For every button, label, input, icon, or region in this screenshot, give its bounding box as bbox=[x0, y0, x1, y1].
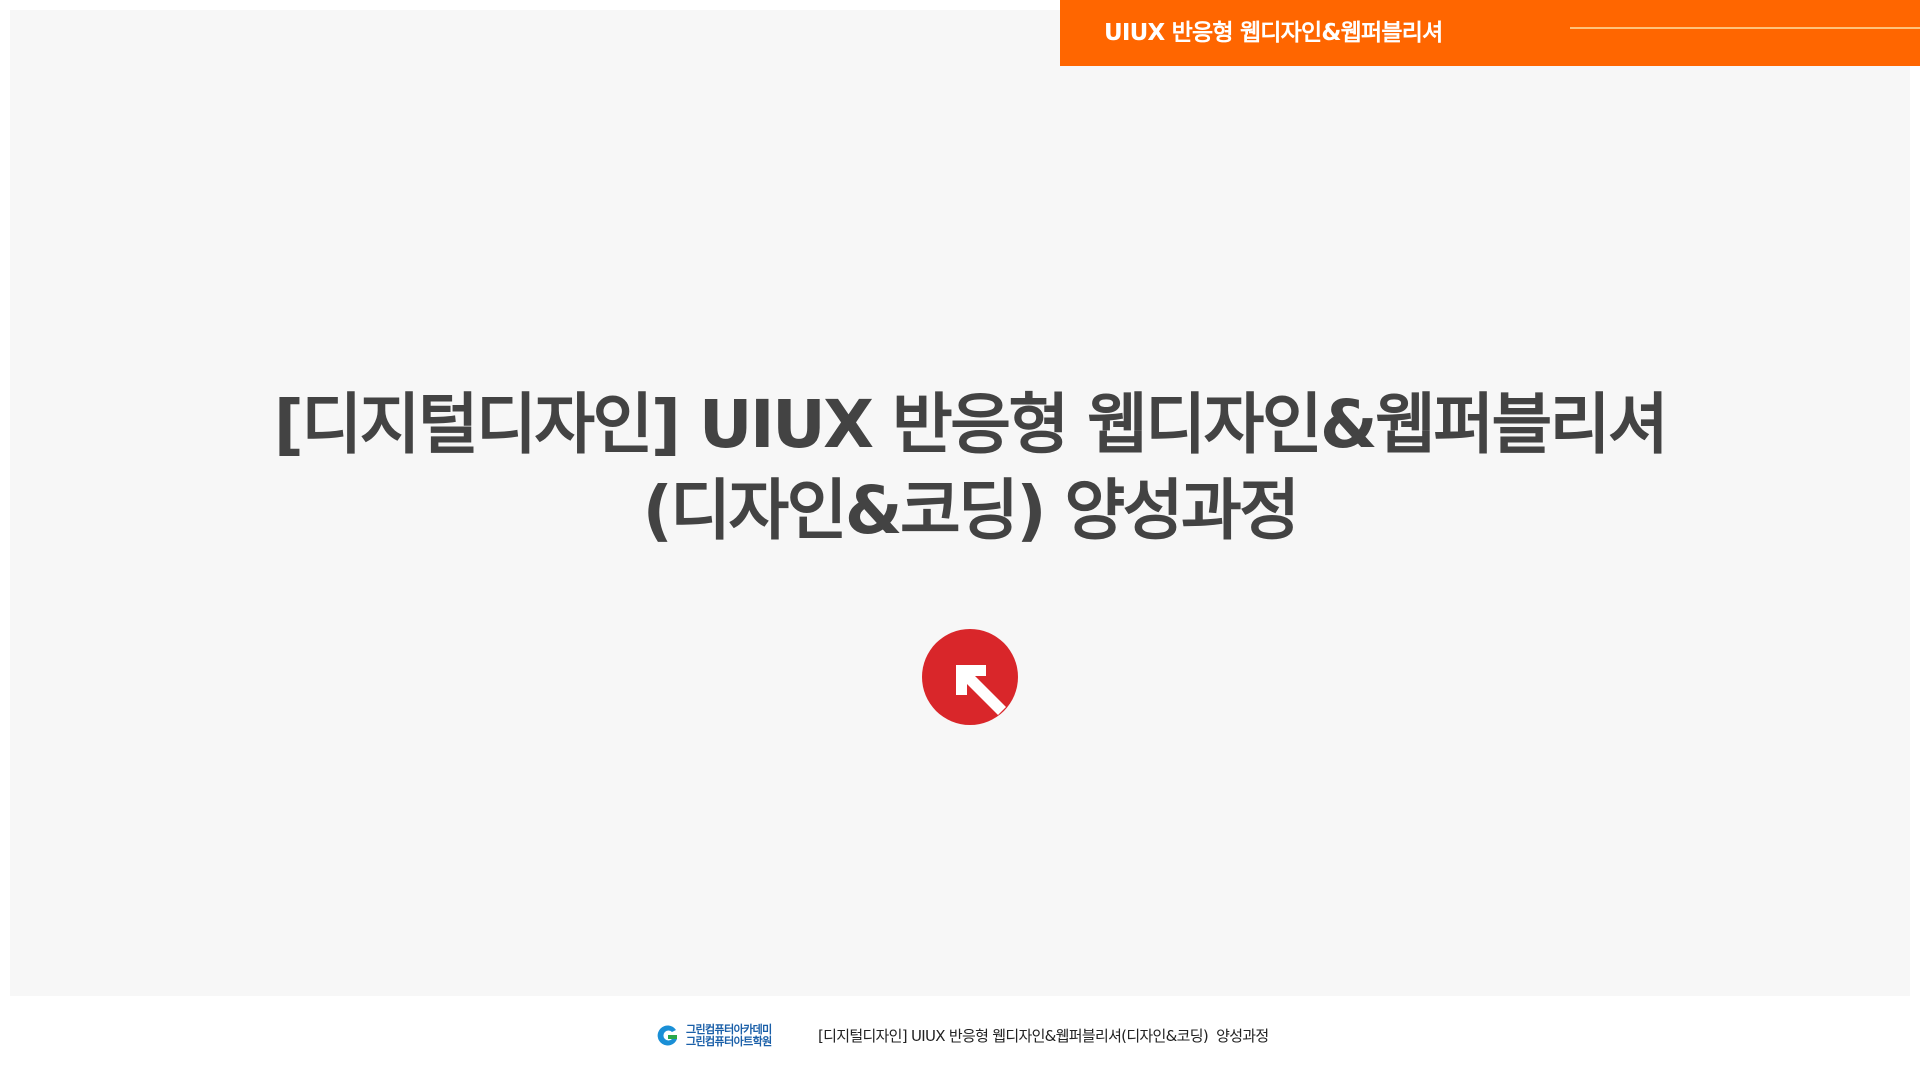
title-line-1: [디지털디자인] UIUX 반응형 웹디자인&웹퍼블리셔 bbox=[273, 386, 1669, 463]
slide-canvas: [디지털디자인] UIUX 반응형 웹디자인&웹퍼블리셔 (디자인&코딩) 양성… bbox=[10, 10, 1910, 996]
footer-logo: 그린컴퓨터아카데미 그린컴퓨터아트학원 bbox=[656, 1022, 772, 1050]
footer: 그린컴퓨터아카데미 그린컴퓨터아트학원 [디지털디자인] UIUX 반응형 웹디… bbox=[0, 1018, 1920, 1052]
top-banner: UIUX 반응형 웹디자인&웹퍼블리셔 bbox=[1060, 0, 1920, 66]
footer-course-title: [디지털디자인] UIUX 반응형 웹디자인&웹퍼블리셔(디자인&코딩) 양성과… bbox=[818, 1027, 1269, 1045]
green-academy-g-icon bbox=[657, 1025, 677, 1046]
banner-divider-line bbox=[1570, 27, 1920, 29]
page-title: [디지털디자인] UIUX 반응형 웹디자인&웹퍼블리셔 (디자인&코딩) 양성… bbox=[10, 382, 1920, 554]
title-line-2: (디자인&코딩) 양성과정 bbox=[642, 472, 1300, 549]
footer-logo-line-2: 그린컴퓨터아트학원 bbox=[686, 1035, 772, 1048]
banner-title: UIUX 반응형 웹디자인&웹퍼블리셔 bbox=[1104, 20, 1443, 46]
arrow-up-left-icon bbox=[922, 629, 1018, 725]
footer-logo-text: 그린컴퓨터아카데미 그린컴퓨터아트학원 bbox=[686, 1024, 772, 1048]
